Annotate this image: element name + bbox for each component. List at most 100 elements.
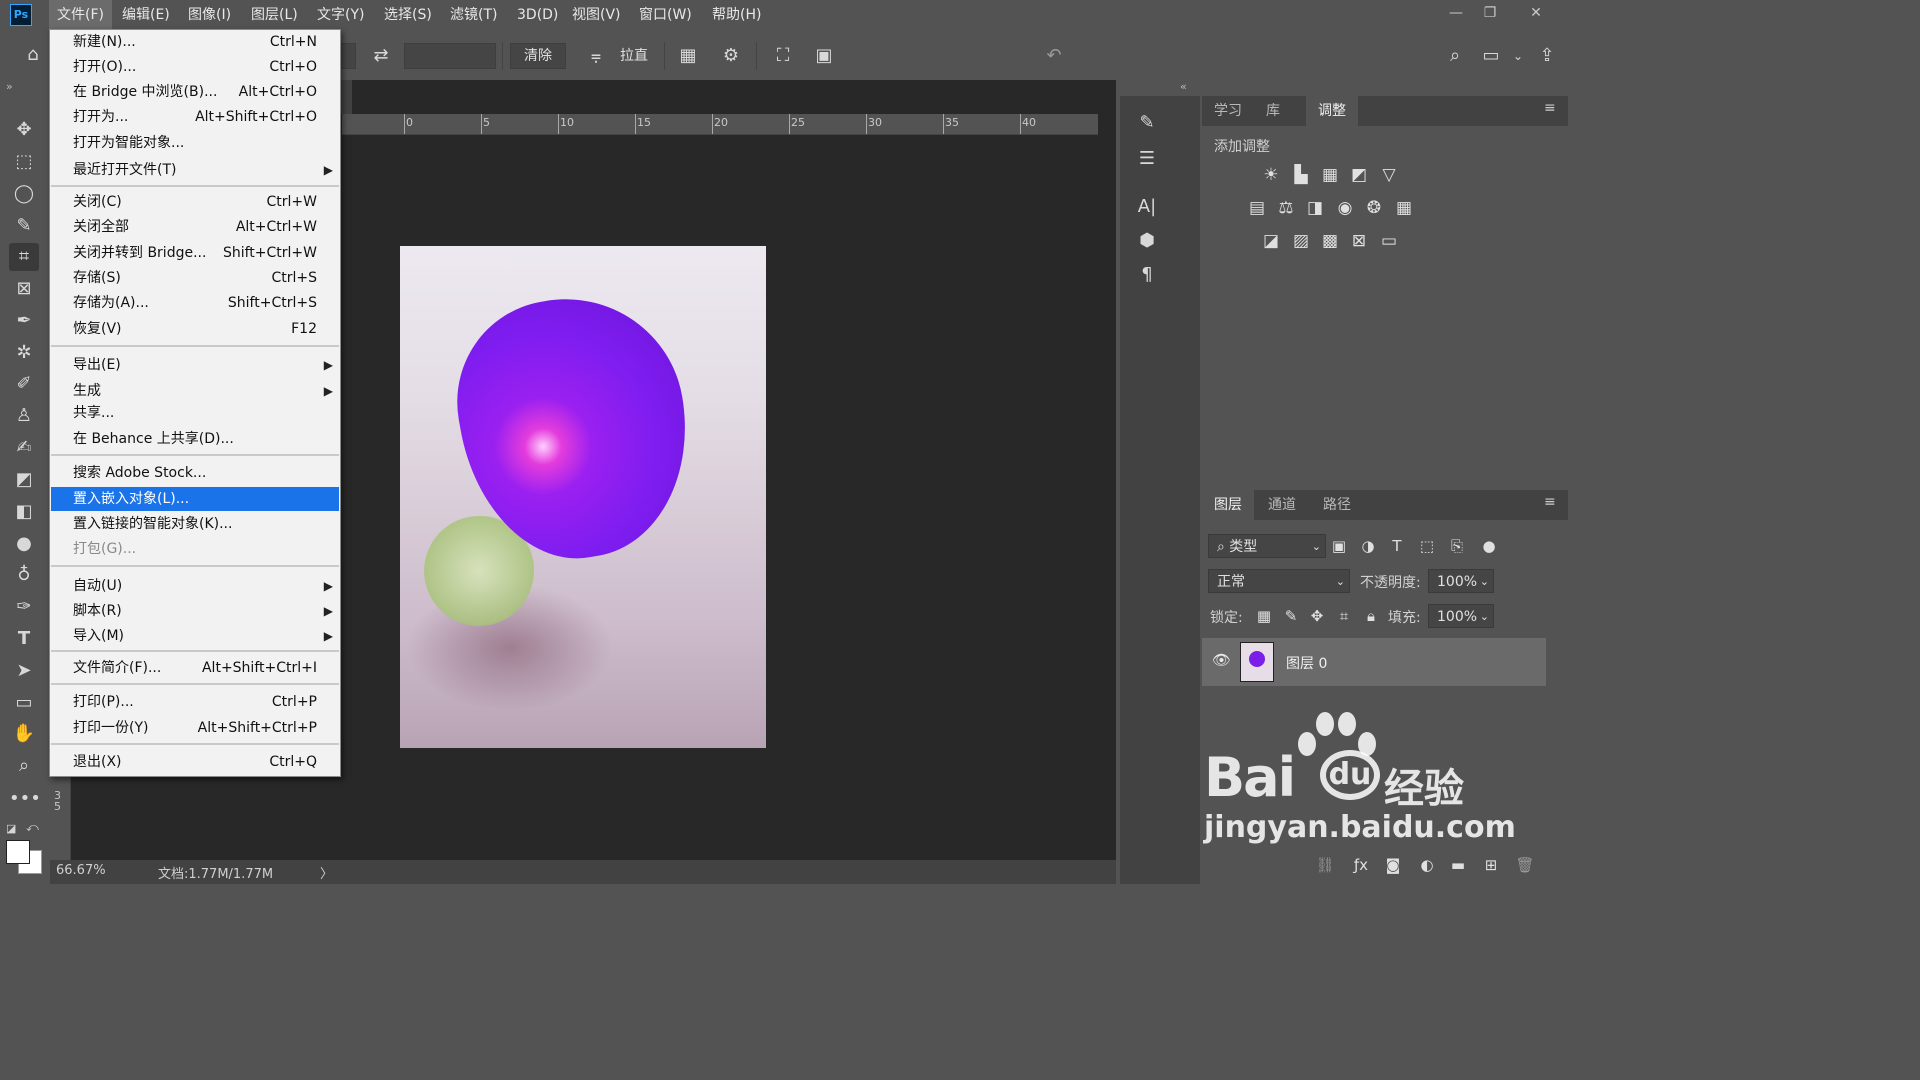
menu-item-new[interactable]: 新建(N)... Ctrl+N	[51, 30, 339, 54]
menu-select[interactable]: 选择(S)	[376, 0, 440, 30]
frame-tool-icon[interactable]: ⊠	[9, 275, 39, 303]
menu-item-file-info[interactable]: 文件简介(F)... Alt+Shift+Ctrl+I	[51, 656, 339, 680]
hue-saturation-icon[interactable]: ▤	[1245, 196, 1269, 220]
lasso-tool-icon[interactable]: ◯	[9, 180, 39, 208]
tab-paths[interactable]: 路径	[1311, 490, 1363, 520]
layer-row[interactable]: 👁︎ 图层 0	[1202, 638, 1546, 686]
swap-colors-icon[interactable]: ⤺	[26, 820, 39, 835]
menu-3d[interactable]: 3D(D)	[509, 0, 566, 30]
brush-tool-icon[interactable]: ✐	[9, 370, 39, 398]
eraser-tool-icon[interactable]: ◩	[9, 466, 39, 494]
menu-item-exit[interactable]: 退出(X) Ctrl+Q	[51, 750, 339, 774]
more-tools-icon[interactable]: •••	[9, 785, 41, 813]
collapse-toolbar-icon[interactable]: »	[6, 80, 13, 93]
content-aware-icon[interactable]: ▣	[811, 43, 837, 69]
dodge-tool-icon[interactable]: ♁	[9, 561, 39, 589]
black-white-icon[interactable]: ◨	[1303, 196, 1327, 220]
menu-item-share-behance[interactable]: 在 Behance 上共享(D)...	[51, 427, 339, 451]
lock-pixels-icon[interactable]: ✎	[1280, 605, 1302, 627]
menu-item-save-as[interactable]: 存储为(A)... Shift+Ctrl+S	[51, 291, 339, 315]
search-icon[interactable]: ⌕	[1442, 43, 1468, 69]
menu-item-open-as[interactable]: 打开为... Alt+Shift+Ctrl+O	[51, 105, 339, 129]
menu-item-recent-files[interactable]: 最近打开文件(T) ▶	[51, 158, 339, 182]
layer-name[interactable]: 图层 0	[1286, 653, 1327, 673]
gradient-tool-icon[interactable]: ◧	[9, 498, 39, 526]
channel-mixer-icon[interactable]: ❂	[1362, 196, 1386, 220]
gradient-map-icon[interactable]: ▭	[1377, 229, 1401, 253]
eye-icon[interactable]: 👁︎	[1212, 651, 1231, 669]
close-icon[interactable]: ✕	[1516, 0, 1556, 26]
status-arrow-icon[interactable]: 〉	[320, 863, 333, 882]
filter-smart-object-icon[interactable]: ⎘	[1446, 535, 1468, 557]
zoom-level[interactable]: 66.67%	[56, 863, 106, 878]
vibrance-icon[interactable]: ▽	[1377, 163, 1401, 187]
lock-artboard-icon[interactable]: ⌗	[1333, 605, 1355, 627]
selective-color-icon[interactable]: ⊠	[1347, 229, 1371, 253]
menu-layer[interactable]: 图层(L)	[243, 0, 306, 30]
curves-icon[interactable]: ▦	[1318, 163, 1342, 187]
menu-item-share[interactable]: 共享...	[51, 401, 339, 425]
menu-edit[interactable]: 编辑(E)	[114, 0, 178, 30]
menu-item-place-linked[interactable]: 置入链接的智能对象(K)...	[51, 512, 339, 536]
menu-item-place-embedded[interactable]: 置入嵌入对象(L)...	[51, 487, 339, 511]
menu-file[interactable]: 文件(F)	[49, 0, 112, 30]
crop-tool-icon[interactable]: ⌗	[9, 243, 39, 271]
adjustments-sliders-icon[interactable]: ☰	[1132, 146, 1162, 172]
chevron-down-icon[interactable]: ⌄	[1505, 43, 1531, 69]
blend-mode-select[interactable]: 正常 ⌄	[1208, 569, 1350, 593]
menu-window[interactable]: 窗口(W)	[631, 0, 700, 30]
tab-layers[interactable]: 图层	[1202, 490, 1254, 520]
clear-button[interactable]: 清除	[510, 43, 566, 69]
swap-icon[interactable]: ⇄	[368, 43, 394, 69]
zoom-tool-icon[interactable]: ⌕	[9, 752, 39, 780]
tab-libraries[interactable]: 库	[1254, 96, 1292, 126]
levels-icon[interactable]: ▙	[1289, 163, 1313, 187]
menu-item-close[interactable]: 关闭(C) Ctrl+W	[51, 190, 339, 214]
brightness-icon[interactable]: ☀	[1259, 163, 1283, 187]
3d-icon[interactable]: ⬢	[1132, 228, 1162, 254]
menu-item-export[interactable]: 导出(E) ▶	[51, 353, 339, 377]
document-image[interactable]	[400, 246, 766, 748]
filter-shape-icon[interactable]: ⬚	[1416, 535, 1438, 557]
menu-filter[interactable]: 滤镜(T)	[442, 0, 505, 30]
type-tool-icon[interactable]: T	[9, 625, 39, 653]
posterize-icon[interactable]: ▨	[1289, 229, 1313, 253]
color-lookup-icon[interactable]: ▦	[1392, 196, 1416, 220]
menu-item-scripts[interactable]: 脚本(R) ▶	[51, 599, 339, 623]
menu-item-close-all[interactable]: 关闭全部 Alt+Ctrl+W	[51, 215, 339, 239]
menu-image[interactable]: 图像(I)	[180, 0, 239, 30]
healing-tool-icon[interactable]: ✲	[9, 339, 39, 367]
reset-icon[interactable]: ↶	[1041, 43, 1067, 69]
restore-icon[interactable]: ❐	[1470, 0, 1510, 26]
delete-cropped-icon[interactable]: ⛶	[770, 43, 796, 69]
color-balance-icon[interactable]: ⚖	[1274, 196, 1298, 220]
filter-pixel-icon[interactable]: ▣	[1328, 535, 1350, 557]
straighten-icon[interactable]: ⩦	[583, 43, 609, 69]
menu-item-close-go-bridge[interactable]: 关闭并转到 Bridge... Shift+Ctrl+W	[51, 241, 339, 265]
lock-transparent-icon[interactable]: ▦	[1253, 605, 1275, 627]
tab-learn[interactable]: 学习	[1202, 96, 1254, 126]
menu-item-save[interactable]: 存储(S) Ctrl+S	[51, 266, 339, 290]
eyedropper-tool-icon[interactable]: ✒	[9, 307, 39, 335]
filter-adjustment-icon[interactable]: ◑	[1357, 535, 1379, 557]
lock-position-icon[interactable]: ✥	[1306, 605, 1328, 627]
collapse-panels-icon[interactable]: «	[1180, 80, 1187, 93]
home-icon[interactable]: ⌂	[20, 42, 46, 68]
exposure-icon[interactable]: ◩	[1347, 163, 1371, 187]
default-colors-icon[interactable]: ◪	[6, 822, 16, 835]
menu-item-automate[interactable]: 自动(U) ▶	[51, 574, 339, 598]
ratio-height-field[interactable]	[404, 43, 496, 69]
menu-item-open-smart-object[interactable]: 打开为智能对象...	[51, 131, 339, 155]
share-icon[interactable]: ⇪	[1534, 43, 1560, 69]
tab-adjustments[interactable]: 调整	[1306, 96, 1358, 126]
menu-item-print-one-copy[interactable]: 打印一份(Y) Alt+Shift+Ctrl+P	[51, 716, 339, 740]
foreground-color-swatch[interactable]	[6, 840, 30, 864]
menu-help[interactable]: 帮助(H)	[704, 0, 769, 30]
panel-menu-icon[interactable]: ≡	[1544, 494, 1556, 510]
opacity-field[interactable]: 100% ⌄	[1428, 569, 1494, 593]
filter-toggle-icon[interactable]: ●	[1478, 535, 1500, 557]
photo-filter-icon[interactable]: ◉	[1333, 196, 1357, 220]
menu-item-browse-bridge[interactable]: 在 Bridge 中浏览(B)... Alt+Ctrl+O	[51, 80, 339, 104]
menu-item-import[interactable]: 导入(M) ▶	[51, 624, 339, 648]
panel-menu-icon[interactable]: ≡	[1544, 100, 1556, 116]
